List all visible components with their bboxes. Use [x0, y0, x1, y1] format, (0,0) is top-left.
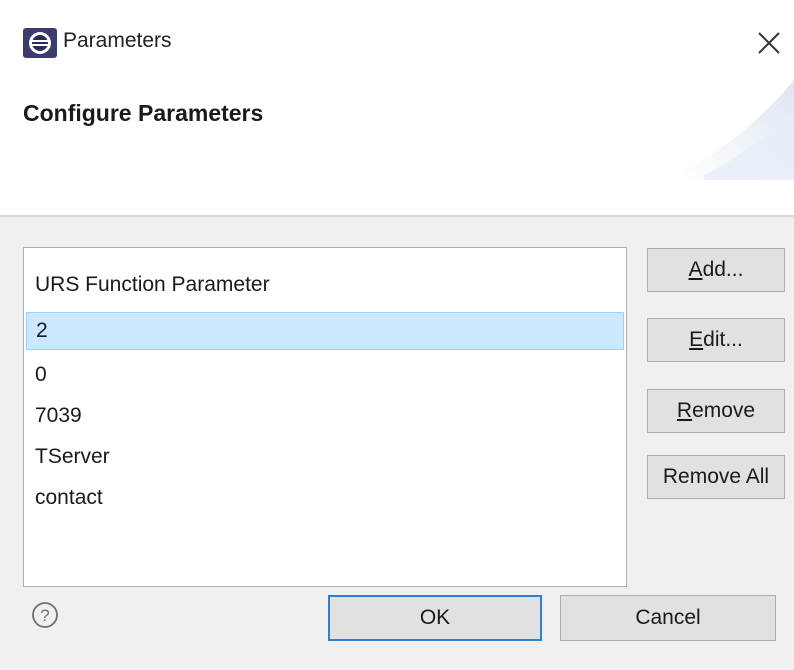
edit-mnemonic: E	[689, 328, 704, 351]
help-icon[interactable]: ?	[30, 600, 60, 630]
remove-mnemonic: R	[676, 399, 693, 422]
remove-all-button[interactable]: Remove All	[647, 455, 785, 499]
ok-button[interactable]: OK	[328, 595, 542, 641]
edit-label: dit...	[703, 328, 743, 351]
window-title: Parameters	[63, 29, 172, 52]
eclipse-icon	[23, 28, 57, 58]
parameter-list[interactable]: URS Function Parameter 2 0 7039 TServer …	[23, 247, 627, 587]
edit-button[interactable]: Edit...	[647, 318, 785, 362]
add-mnemonic: A	[688, 258, 703, 281]
list-item[interactable]: 2	[26, 312, 624, 350]
add-label: dd...	[702, 258, 744, 281]
remove-label: emove	[692, 399, 756, 422]
title-bar: Parameters	[0, 0, 794, 80]
banner-decoration	[684, 80, 794, 180]
list-item[interactable]: 0	[26, 356, 624, 394]
list-item[interactable]: contact	[26, 479, 624, 517]
parameters-dialog: Parameters Configure Parameters URS Func…	[0, 0, 794, 670]
svg-text:?: ?	[40, 606, 49, 625]
add-button[interactable]: Add...	[647, 248, 785, 292]
dialog-body: URS Function Parameter 2 0 7039 TServer …	[0, 217, 794, 670]
close-icon[interactable]	[752, 26, 786, 60]
list-item[interactable]: 7039	[26, 397, 624, 435]
banner: Configure Parameters	[0, 80, 794, 215]
cancel-button[interactable]: Cancel	[560, 595, 776, 641]
remove-button[interactable]: Remove	[647, 389, 785, 433]
list-item[interactable]: TServer	[26, 438, 624, 476]
page-title: Configure Parameters	[23, 100, 264, 126]
list-item-header[interactable]: URS Function Parameter	[26, 266, 624, 304]
